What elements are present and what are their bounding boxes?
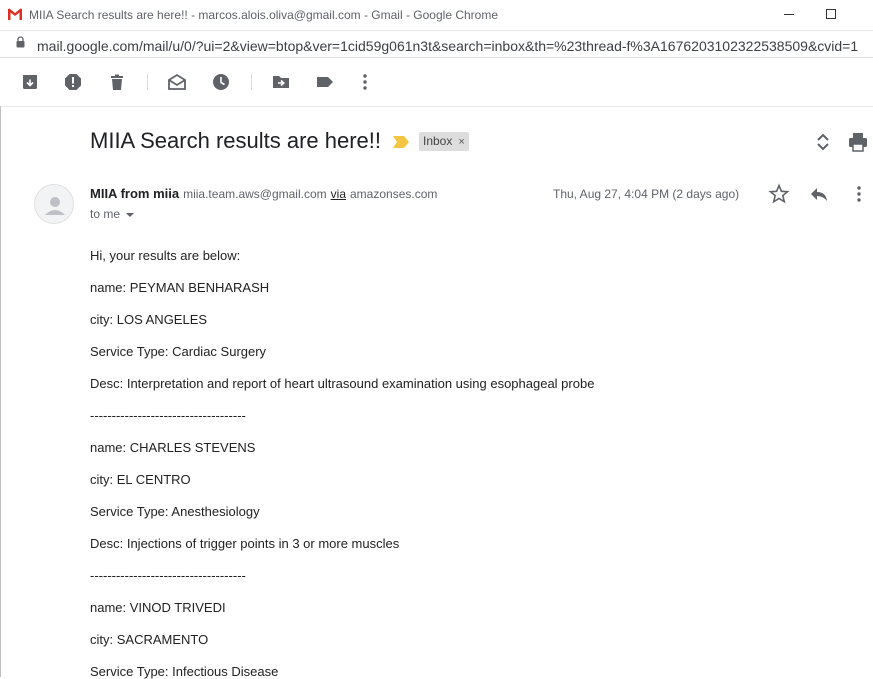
message-more-icon[interactable] <box>848 183 870 205</box>
message-date: Thu, Aug 27, 4:04 PM (2 days ago) <box>553 187 740 201</box>
toolbar-divider <box>147 74 148 90</box>
toolbar-divider <box>251 74 252 90</box>
mark-unread-icon[interactable] <box>167 72 187 92</box>
recipient-text: to me <box>90 207 121 221</box>
minimize-icon[interactable] <box>781 6 797 22</box>
result-name: name: CHARLES STEVENS <box>90 440 256 455</box>
sender-name[interactable]: MIIA from miia <box>90 186 179 201</box>
window-title: MIIA Search results are here!! - marcos.… <box>29 8 499 22</box>
lock-icon <box>16 36 25 48</box>
result-service-type: Service Type: Cardiac Surgery <box>90 344 267 359</box>
result-city: city: EL CENTRO <box>90 472 191 487</box>
snooze-icon[interactable] <box>211 72 231 92</box>
sender-line: MIIA from miia miia.team.aws@gmail.com via… <box>90 186 437 201</box>
gmail-logo-icon <box>8 8 22 20</box>
window-titlebar: MIIA Search results are here!! - marcos.… <box>0 0 873 31</box>
via-domain: amazonses.com <box>350 187 438 201</box>
result-separator: ------------------------------------ <box>90 408 246 423</box>
result-service-type: Service Type: Anesthesiology <box>90 504 260 519</box>
email-subject: MIIA Search results are here!! <box>90 128 382 153</box>
window-edge <box>0 106 1 677</box>
labels-icon[interactable] <box>315 72 335 92</box>
url-text[interactable]: mail.google.com/mail/u/0/?ui=2&view=btop… <box>37 38 873 54</box>
more-vert-icon[interactable] <box>355 72 375 92</box>
star-icon[interactable] <box>768 183 790 205</box>
print-icon[interactable] <box>847 131 869 153</box>
archive-icon[interactable] <box>20 72 40 92</box>
inbox-label-chip: Inbox × <box>419 132 469 151</box>
result-city: city: SACRAMENTO <box>90 632 209 647</box>
result-name: name: VINOD TRIVEDI <box>90 600 226 615</box>
message-toolbar <box>0 58 873 107</box>
maximize-icon[interactable] <box>823 6 839 22</box>
move-to-icon[interactable] <box>271 72 291 92</box>
report-spam-icon[interactable] <box>63 72 83 92</box>
person-icon <box>45 197 65 215</box>
delete-icon[interactable] <box>107 72 127 92</box>
show-details-icon[interactable] <box>126 212 135 217</box>
reply-icon[interactable] <box>808 183 830 205</box>
inbox-label-text: Inbox <box>423 134 453 148</box>
result-city: city: LOS ANGELES <box>90 312 208 327</box>
importance-marker-icon[interactable] <box>393 136 409 148</box>
sender-avatar <box>34 184 74 224</box>
result-name: name: PEYMAN BENHARASH <box>90 280 270 295</box>
recipient-details[interactable]: to me <box>90 207 135 221</box>
result-description: Desc: Injections of trigger points in 3 … <box>90 536 400 551</box>
body-greeting: Hi, your results are below: <box>90 248 241 263</box>
expand-all-icon[interactable] <box>812 131 834 153</box>
result-description: Desc: Interpretation and report of heart… <box>90 376 595 391</box>
via-link[interactable]: via <box>331 187 346 201</box>
result-separator: ------------------------------------ <box>90 568 246 583</box>
remove-label-icon[interactable]: × <box>458 136 464 148</box>
sender-email: miia.team.aws@gmail.com <box>183 187 327 201</box>
